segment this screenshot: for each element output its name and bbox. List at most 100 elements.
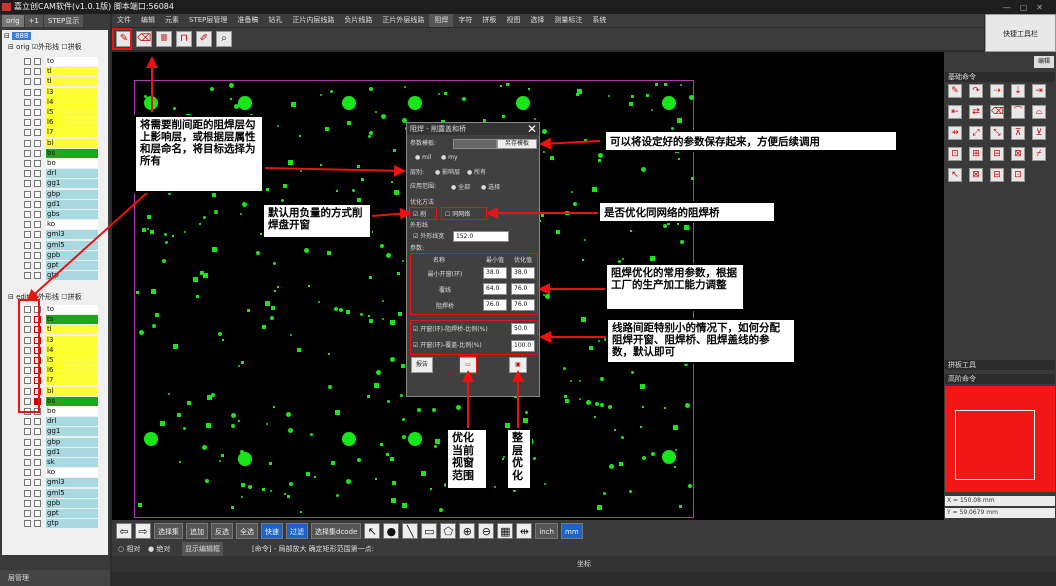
layer-affect-checkbox[interactable] — [34, 58, 41, 65]
command-tool-icon[interactable]: ✎ — [948, 84, 962, 98]
layer-checkbox[interactable] — [24, 428, 31, 436]
fast-button[interactable]: 快速 — [261, 523, 283, 539]
layer-checkbox[interactable] — [24, 510, 31, 517]
relative-radio[interactable]: ○ 相对 — [118, 542, 140, 556]
affected-layer-radio[interactable]: ● 影响层 — [435, 168, 460, 177]
command-tool-icon[interactable]: ⇥ — [1032, 84, 1046, 98]
layer-row[interactable]: bo — [24, 159, 98, 168]
menu-item[interactable]: 测量标注 — [549, 14, 587, 27]
layer-row[interactable]: gml3 — [24, 478, 98, 488]
command-tool-icon[interactable]: ⊻ — [1032, 126, 1046, 140]
layer-checkbox[interactable] — [24, 98, 31, 106]
command-tool-icon[interactable]: ⇢ — [990, 84, 1004, 98]
layer-row[interactable]: ko — [24, 220, 98, 230]
template-select[interactable] — [453, 139, 497, 149]
layer-row[interactable]: gtp — [24, 519, 98, 529]
command-tool-icon[interactable]: ⊞ — [969, 147, 983, 161]
report-button[interactable]: 报告 — [411, 357, 433, 373]
layer-row[interactable]: l6 — [24, 118, 98, 128]
zoom-out-icon[interactable]: ⊖ — [478, 523, 495, 539]
layer-row[interactable]: sk — [24, 458, 98, 467]
dcode-select-button[interactable]: 选择集dcode — [311, 523, 362, 539]
layer-row[interactable]: gbp — [24, 189, 98, 199]
layer-row[interactable]: drl — [24, 169, 98, 179]
menu-item[interactable]: 拼板 — [477, 14, 501, 27]
unit-inch[interactable]: inch — [535, 523, 558, 539]
layer-affect-checkbox[interactable] — [34, 272, 41, 280]
layer-checkbox[interactable] — [24, 78, 31, 86]
layer-row[interactable]: l4 — [24, 97, 98, 107]
layer-checkbox[interactable] — [24, 231, 31, 239]
menu-item[interactable]: STEP层管理 — [184, 14, 232, 27]
outline-width-checkbox[interactable]: ☑ 外形线宽 — [413, 232, 444, 241]
layer-checkbox[interactable] — [24, 520, 31, 528]
layer-affect-checkbox[interactable] — [34, 98, 41, 106]
layer-row[interactable]: ko — [24, 468, 98, 478]
menu-item[interactable]: 字符 — [453, 14, 477, 27]
layer-affect-checkbox[interactable] — [34, 180, 41, 188]
menu-item[interactable]: 钻孔 — [263, 14, 287, 27]
layer-affect-checkbox[interactable] — [34, 489, 41, 497]
back-arrow-icon[interactable]: ⇦ — [116, 523, 132, 539]
layer-checkbox[interactable] — [24, 58, 31, 65]
layer-row[interactable]: gg1 — [24, 179, 98, 189]
layer-checkbox[interactable] — [24, 211, 31, 218]
layer-checkbox[interactable] — [24, 149, 31, 157]
menu-item[interactable]: 文件 — [112, 14, 136, 27]
layer-checkbox[interactable] — [24, 180, 31, 188]
menu-item[interactable]: 选择 — [525, 14, 549, 27]
layer-affect-checkbox[interactable] — [34, 211, 41, 218]
save-template-button[interactable]: 另存模板 — [497, 139, 537, 149]
layer-affect-checkbox[interactable] — [34, 221, 41, 229]
tree-orig-node[interactable]: ⊟ orig ☑外形线 ☐拼板 — [8, 42, 82, 52]
layer-row[interactable]: gd1 — [24, 447, 98, 457]
command-tool-icon[interactable]: ⊟ — [990, 147, 1004, 161]
command-tool-icon[interactable]: ⌓ — [1032, 105, 1046, 119]
line-icon[interactable]: ╲ — [402, 523, 419, 539]
invert-select-button[interactable]: 反选 — [211, 523, 233, 539]
command-tool-icon[interactable]: ⇤ — [948, 105, 962, 119]
menu-item[interactable]: 编辑 — [136, 14, 160, 27]
menu-item[interactable]: 正片内层线路 — [287, 14, 339, 27]
tab-plus1[interactable]: +1 — [24, 15, 43, 27]
layer-affect-checkbox[interactable] — [34, 68, 41, 76]
edit-button[interactable]: 编辑 — [1034, 56, 1054, 68]
layer-row[interactable]: gpt — [24, 509, 98, 518]
select-set-button[interactable]: 选择集 — [154, 523, 183, 539]
layer-affect-checkbox[interactable] — [34, 438, 41, 446]
tab-step-display[interactable]: STEP显示 — [43, 15, 84, 27]
optimize-layer-icon[interactable]: ▣ — [509, 357, 527, 373]
command-tool-icon[interactable]: ⊠ — [969, 168, 983, 182]
grid-icon[interactable]: ▦ — [497, 523, 514, 539]
absolute-radio[interactable]: ● 绝对 — [148, 542, 170, 556]
layer-row[interactable]: l3 — [24, 87, 98, 97]
layer-checkbox[interactable] — [24, 129, 31, 137]
append-button[interactable]: 追加 — [186, 523, 208, 539]
layer-affect-checkbox[interactable] — [34, 241, 41, 249]
layer-row[interactable]: gbs — [24, 210, 98, 219]
layer-affect-checkbox[interactable] — [34, 139, 41, 147]
layer-affect-checkbox[interactable] — [34, 200, 41, 208]
menu-item[interactable]: 正片外层线路 — [377, 14, 429, 27]
layer-checkbox[interactable] — [24, 68, 31, 76]
layer-row[interactable]: l5 — [24, 108, 98, 117]
layer-checkbox[interactable] — [24, 109, 31, 116]
layer-checkbox[interactable] — [24, 241, 31, 249]
layer-checkbox[interactable] — [24, 469, 31, 477]
close-icon[interactable]: ✕ — [527, 123, 537, 135]
menu-item[interactable]: 阻焊 — [429, 14, 454, 27]
layer-checkbox[interactable] — [24, 489, 31, 497]
all-layer-radio[interactable]: ● 所有 — [467, 168, 486, 177]
stamp-icon[interactable]: ⊓ — [176, 31, 192, 47]
rect-icon[interactable]: ▭ — [421, 523, 438, 539]
layer-checkbox[interactable] — [24, 139, 31, 147]
layer-manager-tab[interactable]: 层管理 — [0, 570, 110, 586]
layer-row[interactable]: gpb — [24, 498, 98, 508]
command-tool-icon[interactable]: ⤢ — [969, 126, 983, 140]
layer-checkbox[interactable] — [24, 170, 31, 178]
layer-affect-checkbox[interactable] — [34, 510, 41, 517]
layer-affect-checkbox[interactable] — [34, 78, 41, 86]
polygon-icon[interactable]: ⬠ — [440, 523, 457, 539]
layer-checkbox[interactable] — [24, 88, 31, 96]
layer-row[interactable]: gbp — [24, 437, 98, 447]
